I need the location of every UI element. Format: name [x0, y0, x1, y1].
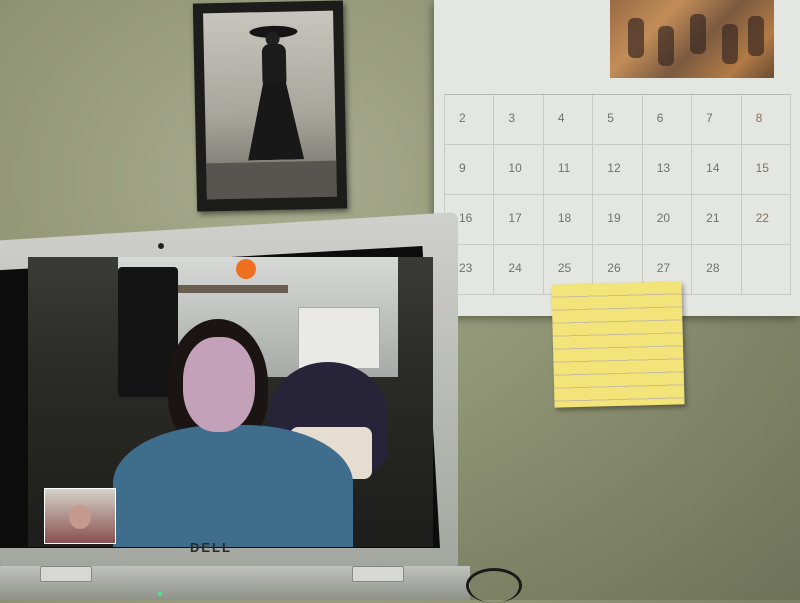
power-led-icon: [158, 592, 162, 596]
calendar-day: 20: [642, 195, 693, 245]
self-view-person: [69, 505, 91, 529]
calendar-day: 7: [692, 95, 742, 145]
calendar-day: [741, 245, 791, 295]
day-number: 7: [706, 111, 713, 125]
calendar-day: 10: [494, 145, 544, 195]
day-number: 26: [607, 261, 621, 275]
self-view-thumbnail[interactable]: [44, 488, 116, 544]
calendar-day: 22: [741, 195, 791, 245]
day-number: 6: [656, 111, 664, 125]
calendar-day: 21: [692, 195, 742, 245]
calendar-day: 3: [494, 95, 544, 145]
day-number: 5: [607, 111, 614, 125]
calendar-day: 24: [494, 245, 544, 295]
caller-shirt: [113, 425, 353, 547]
day-number: 10: [508, 161, 522, 175]
calendar-day: 4: [543, 95, 594, 145]
day-number: 12: [607, 161, 621, 175]
calendar-day: 14: [692, 145, 742, 195]
day-number: 28: [706, 261, 720, 275]
day-number: 14: [706, 161, 720, 175]
lamp-shade: [236, 259, 256, 279]
day-number: 8: [755, 111, 763, 125]
calendar-day: 28: [692, 245, 742, 295]
day-number: 24: [508, 261, 522, 275]
day-number: 25: [557, 261, 572, 275]
day-number: 4: [557, 111, 565, 125]
day-number: 11: [557, 161, 571, 175]
photo-image: [203, 10, 337, 200]
day-number: 2: [459, 111, 466, 125]
room-shelf: [178, 285, 288, 293]
framed-photo: [192, 0, 348, 212]
calendar-day: 2: [445, 95, 495, 145]
day-number: 22: [755, 211, 769, 225]
sticky-note: [551, 281, 685, 408]
photo-bodice: [261, 43, 287, 85]
day-number: 27: [656, 261, 671, 275]
day-number: 21: [706, 211, 720, 225]
power-cable: [466, 568, 522, 603]
calendar-artwork: [610, 0, 774, 78]
day-number: 18: [557, 211, 572, 225]
day-number: 3: [508, 111, 516, 125]
laptop-base: [0, 566, 470, 600]
day-number: 16: [459, 211, 473, 225]
calendar-day: 9: [445, 145, 495, 195]
day-number: 17: [508, 211, 522, 225]
wall-calendar: 2 3 4 5 6 7 8 9 10 11 12 13 14 15 16 17 …: [434, 0, 800, 316]
calendar-day: 17: [494, 195, 544, 245]
calendar-day: 18: [543, 195, 594, 245]
calendar-day: 8: [741, 95, 791, 145]
day-number: 19: [607, 211, 621, 225]
calendar-day: 5: [593, 95, 643, 145]
room-cabinet: [298, 307, 380, 369]
day-number: 15: [755, 161, 769, 175]
photo-skirt: [247, 81, 305, 160]
day-number: 9: [459, 161, 466, 175]
caller-face: [183, 337, 255, 432]
calendar-day: 13: [642, 145, 693, 195]
day-number: 23: [459, 261, 473, 275]
calendar-day: 15: [741, 145, 791, 195]
hinge-right: [352, 566, 404, 582]
webcam-icon: [158, 243, 164, 249]
calendar-day: 11: [543, 145, 594, 195]
hinge-left: [40, 566, 92, 582]
calendar-day: 6: [642, 95, 693, 145]
calendar-day: 19: [593, 195, 643, 245]
calendar-grid: 2 3 4 5 6 7 8 9 10 11 12 13 14 15 16 17 …: [444, 94, 791, 295]
day-number: 13: [656, 161, 671, 175]
laptop-brand-logo: DELL: [190, 540, 232, 555]
day-number: 20: [656, 211, 671, 225]
photo-floor: [206, 160, 337, 200]
calendar-day: 12: [593, 145, 643, 195]
